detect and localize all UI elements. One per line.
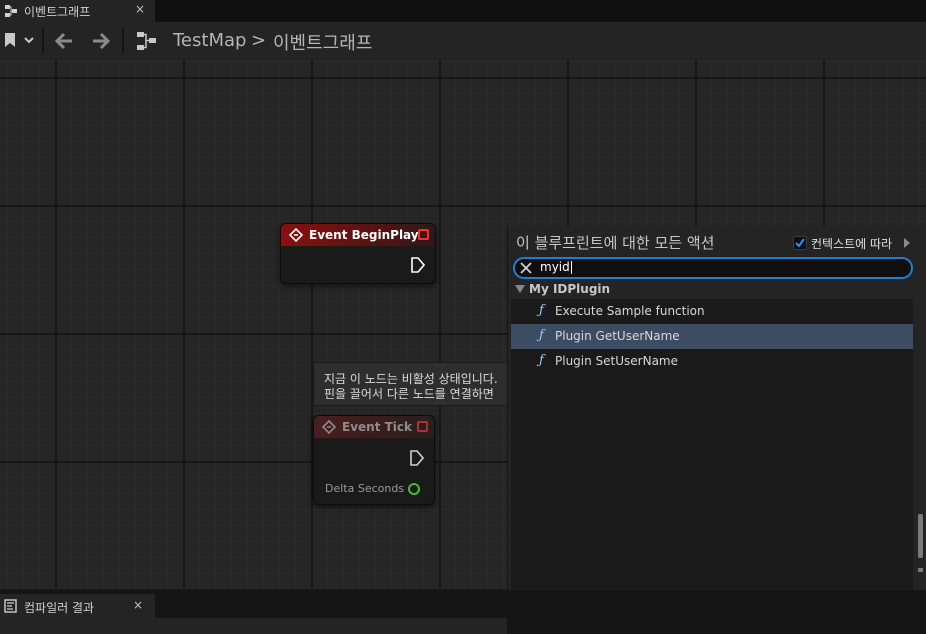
category-label: My IDPlugin (529, 282, 611, 296)
close-tab-button[interactable]: × (133, 2, 147, 16)
close-tab-button[interactable]: × (133, 598, 143, 612)
chevron-down-icon[interactable] (22, 34, 36, 46)
tooltip-line: 핀을 끌어서 다른 노드를 연결하면 (324, 387, 494, 401)
breadcrumb-testmap[interactable]: TestMap (173, 30, 246, 51)
context-sensitive-checkbox[interactable] (793, 236, 807, 250)
caret-right-icon[interactable] (904, 238, 910, 248)
delta-seconds-label: Delta Seconds (325, 482, 405, 495)
action-item-plugin-setusername[interactable]: ƒ Plugin SetUserName (511, 349, 913, 374)
bottom-panel-bar: 컴파일러 결과 × (0, 590, 926, 634)
tab-label: 이벤트그래프 (24, 5, 91, 19)
clear-search-icon[interactable] (520, 262, 532, 274)
event-beginplay-node[interactable]: Event BeginPlay (280, 223, 436, 284)
action-menu: 이 블루프린트에 대한 모든 액션 컨텍스트에 따라 myid My IDPlu… (507, 226, 926, 634)
node-title: Event BeginPlay (309, 228, 419, 242)
category-my-idplugin[interactable]: My IDPlugin (511, 280, 913, 299)
arrow-right-icon[interactable] (89, 30, 113, 52)
document-tab-bar: 이벤트그래프 × (0, 0, 926, 22)
action-search-input[interactable]: myid (513, 257, 913, 279)
arrow-left-icon[interactable] (52, 30, 76, 52)
bookmark-icon[interactable] (4, 33, 16, 47)
node-header: Event Tick (314, 416, 434, 438)
tab-event-graph[interactable]: 이벤트그래프 × (0, 0, 155, 22)
event-icon (322, 420, 336, 434)
node-header: Event BeginPlay (281, 224, 435, 246)
delta-seconds-pin[interactable] (408, 483, 420, 495)
action-item-execute-sample[interactable]: ƒ Execute Sample function (511, 299, 913, 324)
action-list: My IDPlugin ƒ Execute Sample function ƒ … (511, 280, 913, 630)
breadcrumb-separator: > (251, 30, 267, 51)
triangle-down-icon (515, 285, 525, 293)
action-menu-title: 이 블루프린트에 대한 모든 액션 (516, 234, 715, 252)
checkmark-icon (795, 238, 805, 248)
scrollbar-thumb[interactable] (918, 568, 923, 572)
search-value: myid (540, 260, 572, 274)
event-icon (289, 228, 303, 242)
exec-output-pin[interactable] (411, 257, 425, 273)
compiler-results-panel (0, 618, 507, 634)
toolbar-divider (42, 28, 44, 54)
event-tick-node[interactable]: Event Tick Delta Seconds (313, 415, 435, 505)
action-item-label: Plugin GetUserName (555, 329, 680, 343)
action-item-label: Plugin SetUserName (555, 354, 679, 368)
breadcrumb-event-graph[interactable]: 이벤트그래프 (273, 29, 372, 55)
function-icon: ƒ (539, 303, 544, 318)
exec-output-pin[interactable] (410, 450, 424, 466)
action-item-plugin-getusername[interactable]: ƒ Plugin GetUserName (511, 324, 913, 349)
action-item-label: Execute Sample function (555, 304, 705, 318)
delegate-pin[interactable] (418, 229, 429, 240)
context-sensitive-label[interactable]: 컨텍스트에 따라 (811, 235, 892, 252)
node-title: Event Tick (342, 420, 413, 434)
compiler-results-icon (4, 599, 17, 613)
graph-icon (137, 32, 156, 50)
graph-toolbar: TestMap > 이벤트그래프 (0, 22, 926, 60)
delegate-pin[interactable] (417, 421, 428, 432)
tab-compiler-results[interactable]: 컴파일러 결과 × (0, 594, 155, 618)
tab-label: 컴파일러 결과 (24, 601, 95, 615)
function-icon: ƒ (539, 353, 544, 368)
toolbar-divider (122, 28, 124, 54)
node-tooltip: 지금 이 노드는 비활성 상태입니다. 핀을 끌어서 다른 노드를 연결하면 (313, 362, 518, 406)
scrollbar-thumb[interactable] (918, 514, 923, 558)
function-icon: ƒ (539, 328, 544, 343)
graph-icon (5, 5, 17, 17)
